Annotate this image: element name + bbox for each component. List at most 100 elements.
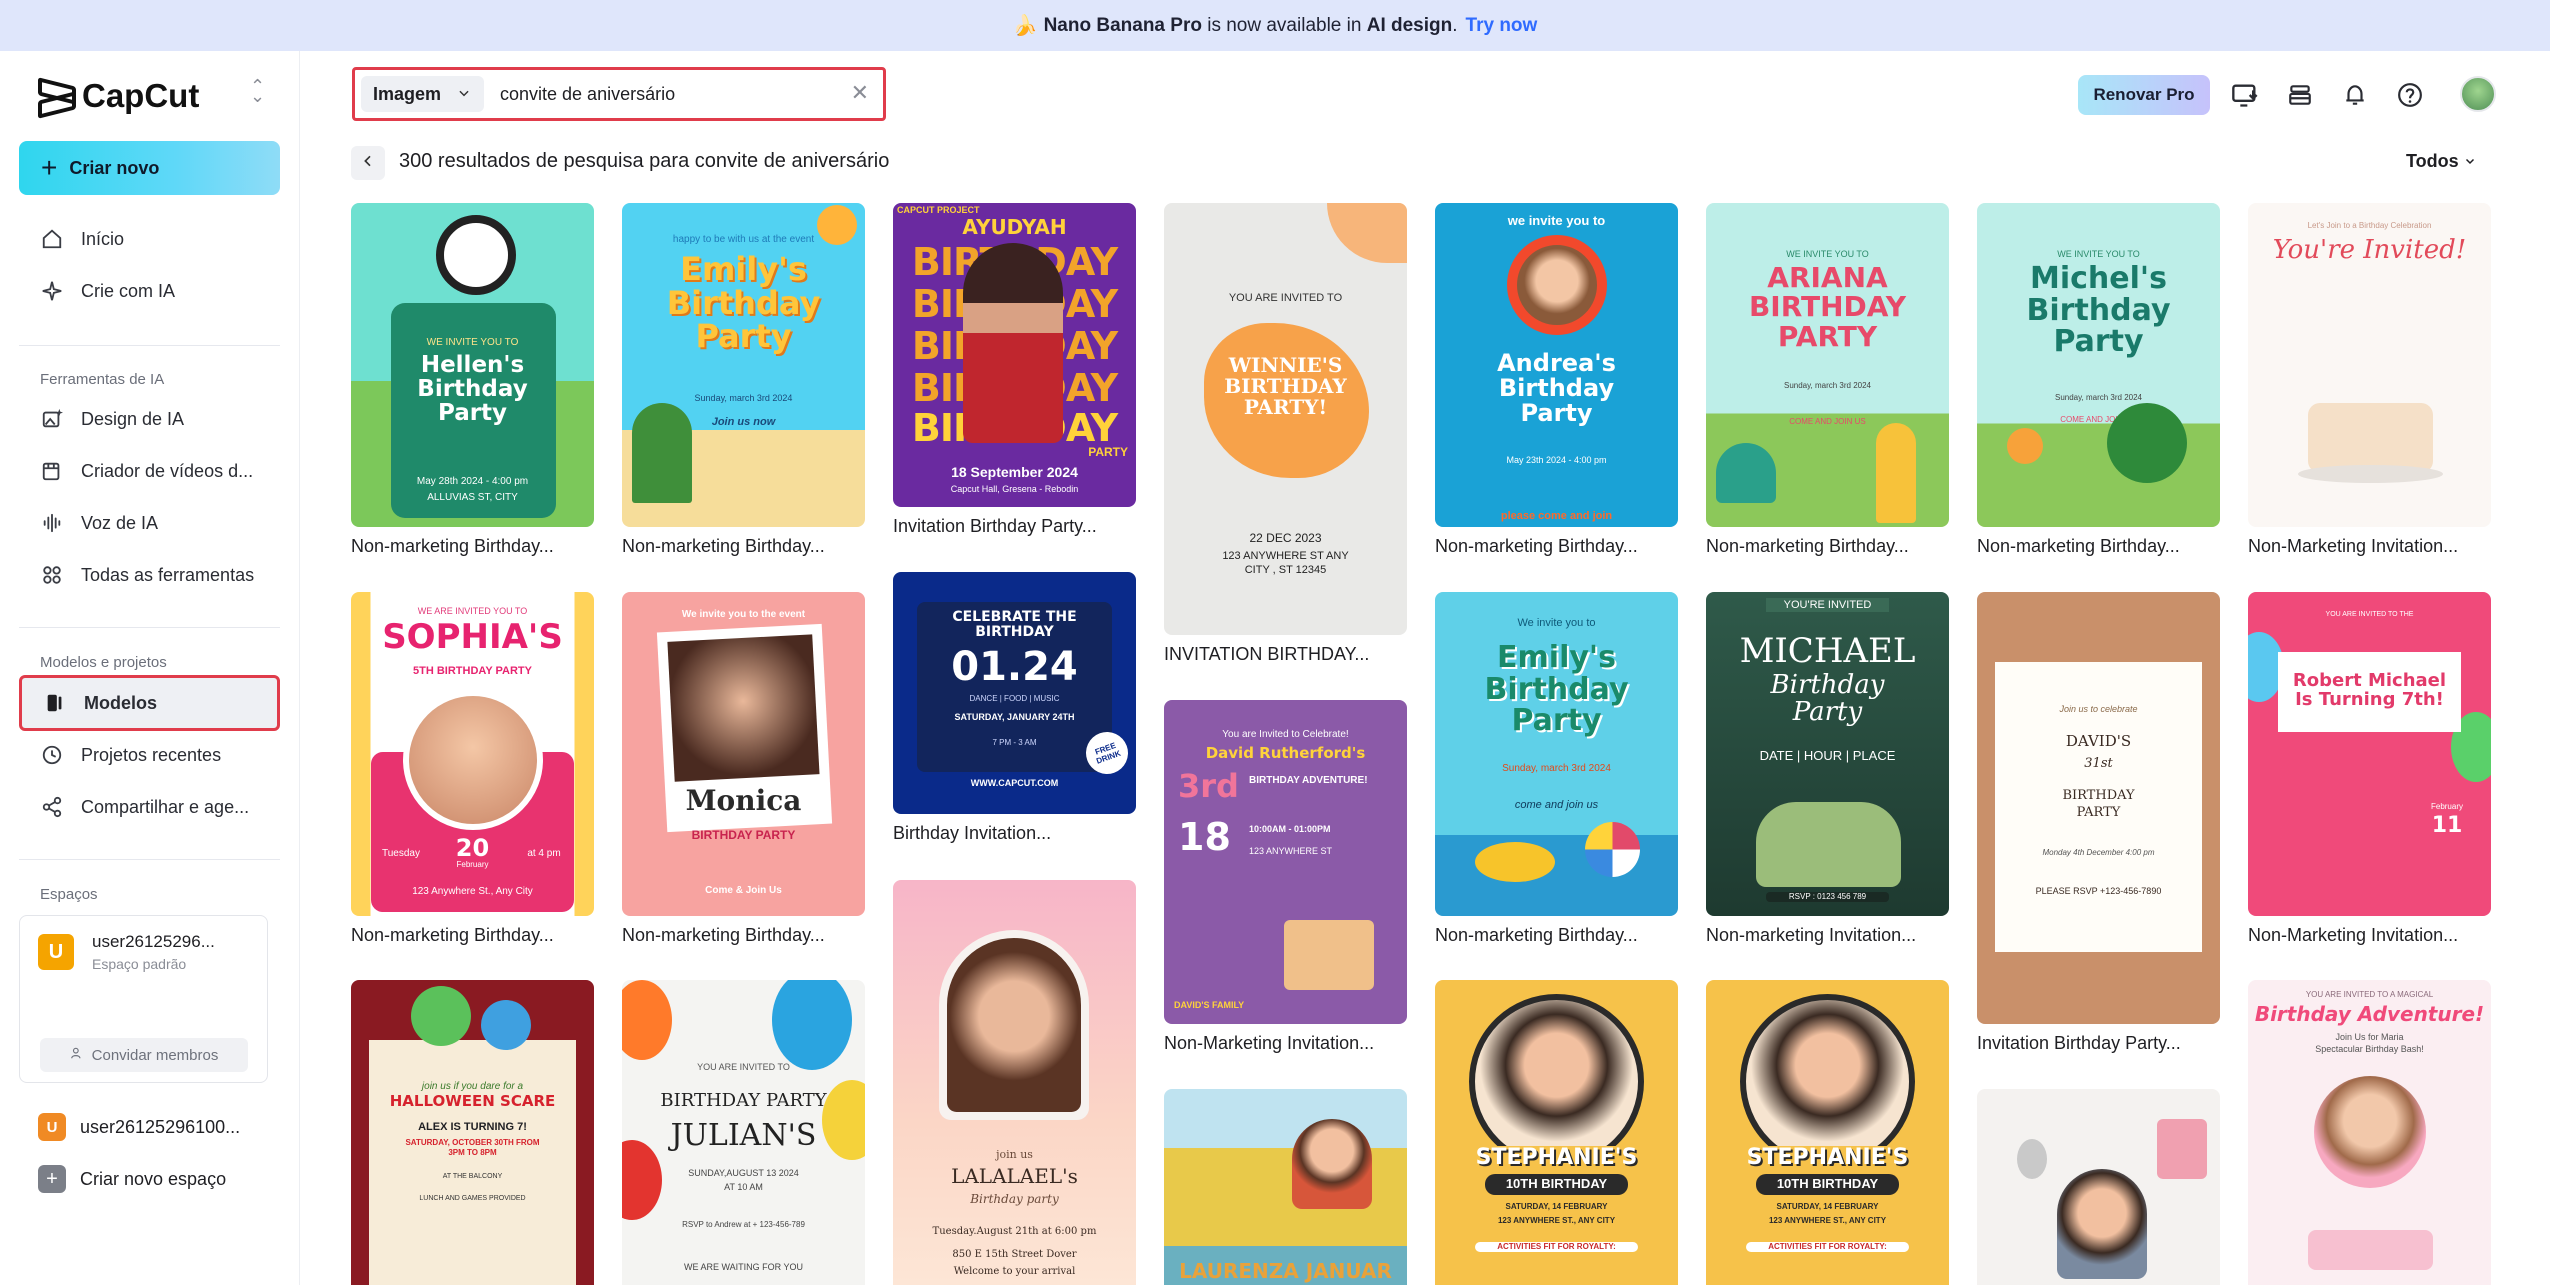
download-app-icon[interactable] <box>2230 80 2260 110</box>
template-card[interactable]: WE INVITE YOU TO Hellen's Birthday Party… <box>351 203 594 557</box>
card-text: we invite you to <box>1507 213 1606 228</box>
card-heading: BIRTHDAY PARTY <box>2062 788 2135 820</box>
template-card[interactable]: Join us to celebrate DAVID'S 31st BIRTHD… <box>1977 592 2220 1054</box>
card-text: Spectacular Birthday Bash! <box>2315 1044 2424 1054</box>
banner-try-now-link[interactable]: Try now <box>1466 15 1538 37</box>
decor-shape <box>1327 203 1407 263</box>
layers-icon[interactable] <box>2285 80 2315 110</box>
sidebar-item-templates[interactable]: Modelos <box>19 675 280 731</box>
template-card[interactable]: YOU ARE INVITED TO BIRTHDAY PARTY JULIAN… <box>622 980 865 1285</box>
sidebar-item-ai-design[interactable]: Design de IA <box>19 395 280 443</box>
sidebar-item-all-tools[interactable]: Todas as ferramentas <box>19 551 280 599</box>
template-title: Non-marketing Birthday... <box>622 925 825 945</box>
portrait-photo <box>667 634 820 782</box>
card-text: Come & Join Us <box>705 885 782 896</box>
sidebar-item-space-2[interactable]: U user26125296100... <box>38 1113 240 1141</box>
template-card[interactable]: STEPHANIE'S 10TH BIRTHDAY SATURDAY, 14 F… <box>1706 980 1949 1285</box>
card-text: 22 DEC 2023 <box>1249 531 1322 545</box>
renew-pro-button[interactable]: Renovar Pro <box>2078 75 2210 115</box>
template-title: Non-marketing Birthday... <box>1977 536 2180 556</box>
template-card[interactable]: WE ARE INVITED YOU TO SOPHIA'S 5TH BIRTH… <box>351 592 594 946</box>
template-card[interactable]: CAPCUT PROJECT AYUDYAH BIRTHDAY BIRTHDAY… <box>893 203 1136 537</box>
template-card[interactable]: CELEBRATE THE BIRTHDAY 01.24 DANCE | FOO… <box>893 572 1136 844</box>
card-text: 18 <box>1178 815 1231 859</box>
template-card[interactable]: YOU'RE INVITED MICHAEL Birthday Party DA… <box>1706 592 1949 946</box>
filter-label: Todos <box>2406 151 2459 171</box>
template-card[interactable]: STEPHANIE'S 10TH BIRTHDAY SATURDAY, 14 F… <box>1435 980 1678 1285</box>
template-card[interactable]: You are Invited to Celebrate! David Ruth… <box>1164 700 1407 1054</box>
sidebar-item-ai-voice[interactable]: Voz de IA <box>19 499 280 547</box>
card-text: Birthday party <box>970 1192 1059 1206</box>
sidebar-item-share[interactable]: Compartilhar e age... <box>19 783 280 831</box>
template-card[interactable]: LAURENZA JANUAR <box>1164 1089 1407 1285</box>
template-card[interactable]: We invite you to Emily's Birthday Party … <box>1435 592 1678 946</box>
card-text: ACTIVITIES FIT FOR ROYALTY: <box>1746 1242 1909 1253</box>
template-title: Invitation Birthday Party... <box>1977 1033 2181 1053</box>
search-bar[interactable]: Imagem convite de aniversário ✕ <box>352 67 886 121</box>
create-new-space-button[interactable]: + Criar novo espaço <box>38 1165 226 1193</box>
template-card[interactable]: we invite you to Andrea's Birthday Party… <box>1435 203 1678 557</box>
template-thumbnail: Join us to celebrate DAVID'S 31st BIRTHD… <box>1977 592 2220 1024</box>
template-thumbnail <box>1977 1089 2220 1285</box>
card-text: AT 10 AM <box>724 1182 763 1192</box>
help-icon[interactable] <box>2395 80 2425 110</box>
card-text: please come and join <box>1500 510 1613 522</box>
template-card[interactable]: WE INVITE YOU TO ARIANA BIRTHDAY PARTY S… <box>1706 203 1949 557</box>
info-panel <box>2308 1230 2433 1270</box>
template-card[interactable]: join us if you dare for a HALLOWEEN SCAR… <box>351 980 594 1285</box>
sidebar-item-ai-video-creator[interactable]: Criador de vídeos d... <box>19 447 280 495</box>
card-text: WE ARE INVITED YOU TO <box>417 606 528 616</box>
workspace-switch-icon[interactable]: ⌃ ⌄ <box>250 77 265 105</box>
clock-icon <box>39 742 65 768</box>
sidebar-item-recent-projects[interactable]: Projetos recentes <box>19 731 280 779</box>
card-heading: Robert Michael Is Turning 7th! <box>2292 670 2447 710</box>
card-text: YOU'RE INVITED <box>1766 598 1889 613</box>
monster-illustration <box>481 1000 531 1050</box>
template-card[interactable]: join us LALALAEL's Birthday party Tuesda… <box>893 880 1136 1285</box>
card-text: AT THE BALCONY <box>442 1173 503 1180</box>
sidebar-item-create-with-ai[interactable]: Crie com IA <box>19 267 280 315</box>
template-card[interactable]: YOU ARE INVITED TO THE Robert Michael Is… <box>2248 592 2491 946</box>
card-text: You are Invited to Celebrate! <box>1222 729 1349 740</box>
template-card[interactable]: WE INVITE YOU TO Michel's Birthday Party… <box>1977 203 2220 557</box>
bell-icon[interactable] <box>2340 80 2370 110</box>
card-text: ALEX IS TURNING 7! <box>418 1121 527 1133</box>
search-type-dropdown[interactable]: Imagem <box>361 76 484 112</box>
capcut-logo[interactable]: CapCut <box>34 77 199 115</box>
default-space-card[interactable]: U user26125296... Espaço padrão Convidar… <box>19 915 268 1083</box>
photo-frame <box>939 930 1089 1120</box>
balloon-illustration <box>772 980 852 1070</box>
sidebar-item-label: Crie com IA <box>81 280 176 301</box>
card-text: SATURDAY, 14 FEBRUARY <box>1776 1202 1879 1211</box>
card-text: Join Us for Maria <box>2335 1032 2404 1042</box>
card-heading: Andrea's Birthday Party <box>1497 349 1616 428</box>
user-avatar[interactable] <box>2460 76 2496 112</box>
search-input[interactable]: convite de aniversário <box>500 84 675 105</box>
template-card[interactable]: We invite you to the event Monica BIRTHD… <box>622 592 865 946</box>
search-type-label: Imagem <box>373 83 442 104</box>
template-card[interactable]: happy to be with us at the event Emily's… <box>622 203 865 557</box>
template-card[interactable]: YOU ARE INVITED TO A MAGICAL Birthday Ad… <box>2248 980 2491 1285</box>
card-text: COME AND JOIN US <box>1789 417 1866 426</box>
card-heading: Birthday Adventure! <box>2254 1002 2485 1026</box>
template-card[interactable]: YOU ARE INVITED TO WINNIE'S BIRTHDAY PAR… <box>1164 203 1407 665</box>
card-text: BIRTHDAY PARTY <box>691 828 796 842</box>
card-text: Join us to celebrate <box>2059 704 2138 714</box>
space-avatar: U <box>38 1113 66 1141</box>
create-new-button[interactable]: + Criar novo <box>19 141 280 195</box>
sidebar-item-home[interactable]: Início <box>19 215 280 263</box>
card-heading: LAURENZA JANUAR <box>1179 1259 1392 1283</box>
back-button[interactable] <box>351 146 385 180</box>
card-heading: SOPHIA'S <box>382 617 563 657</box>
video-sparkle-icon <box>39 458 65 484</box>
clear-search-icon[interactable]: ✕ <box>851 80 869 106</box>
invite-members-button[interactable]: Convidar membros <box>40 1038 248 1072</box>
sidebar-item-label: Modelos <box>84 692 158 713</box>
grid-icon <box>39 562 65 588</box>
template-card[interactable] <box>1977 1089 2220 1285</box>
template-card[interactable]: Let's Join to a Birthday Celebration You… <box>2248 203 2491 557</box>
card-text: at 4 pm <box>527 848 561 859</box>
card-text: AYUDYAH <box>962 215 1067 239</box>
sidebar-item-label: Design de IA <box>81 408 185 429</box>
filter-dropdown[interactable]: Todos <box>2406 151 2476 172</box>
